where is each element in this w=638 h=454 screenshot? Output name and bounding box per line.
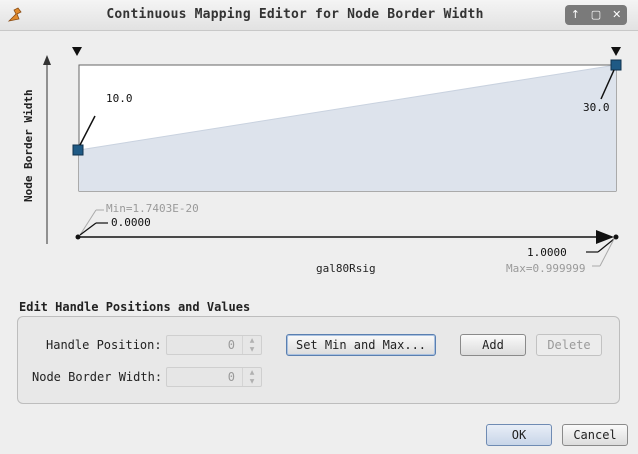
delete-button[interactable]: Delete — [536, 334, 602, 356]
left-x-leader — [79, 222, 97, 236]
keep-above-icon[interactable]: ↑ — [565, 5, 586, 25]
spinner-up-icon[interactable]: ▲ — [243, 336, 261, 345]
x-axis-end-point[interactable] — [613, 234, 619, 240]
node-border-width-label: Node Border Width: — [32, 370, 163, 384]
left-handle-marker-icon[interactable] — [72, 47, 82, 56]
cancel-button[interactable]: Cancel — [562, 424, 628, 446]
max-text: Max=0.999999 — [506, 262, 585, 275]
right-value-label: 30.0 — [583, 101, 610, 114]
spinner-arrows[interactable]: ▲ ▼ — [242, 336, 261, 354]
max-leader — [599, 238, 615, 267]
node-border-width-value: 0 — [227, 370, 235, 384]
handle-position-value: 0 — [227, 338, 235, 352]
min-leader — [79, 209, 97, 236]
maximize-icon[interactable]: ▢ — [586, 5, 607, 25]
spinner-down-icon[interactable]: ▼ — [243, 377, 261, 386]
add-button[interactable]: Add — [460, 334, 526, 356]
set-min-max-button[interactable]: Set Min and Max... — [286, 334, 436, 356]
handle-position-label: Handle Position: — [46, 338, 162, 352]
handle-point-right[interactable] — [610, 59, 622, 71]
handle-point-left[interactable] — [72, 144, 84, 156]
spinner-down-icon[interactable]: ▼ — [243, 345, 261, 354]
x-axis-label: gal80Rsig — [316, 262, 376, 275]
spinner-up-icon[interactable]: ▲ — [243, 368, 261, 377]
window-controls: ↑ ▢ ✕ — [565, 5, 627, 25]
y-axis-label: Node Border Width — [22, 89, 35, 202]
close-icon[interactable]: ✕ — [606, 5, 627, 25]
spinner-arrows[interactable]: ▲ ▼ — [242, 368, 261, 386]
node-border-width-spinner[interactable]: 0 ▲ ▼ — [166, 367, 262, 387]
y-axis-arrow-icon — [43, 55, 51, 65]
handle-position-spinner[interactable]: 0 ▲ ▼ — [166, 335, 262, 355]
edit-panel — [17, 316, 620, 404]
min-text: Min=1.7403E-20 — [106, 202, 199, 215]
x-axis-start-point[interactable] — [75, 234, 81, 240]
right-handle-marker-icon[interactable] — [611, 47, 621, 56]
left-value-label: 10.0 — [106, 92, 133, 105]
x-left-value: 0.0000 — [111, 216, 151, 229]
section-title: Edit Handle Positions and Values — [19, 300, 251, 314]
mapping-graph[interactable]: Node Border Width 10.0 30.0 Min=1.7403E-… — [0, 34, 638, 284]
x-right-value: 1.0000 — [527, 246, 567, 259]
window-title: Continuous Mapping Editor for Node Borde… — [106, 7, 484, 22]
ok-button[interactable]: OK — [486, 424, 552, 446]
